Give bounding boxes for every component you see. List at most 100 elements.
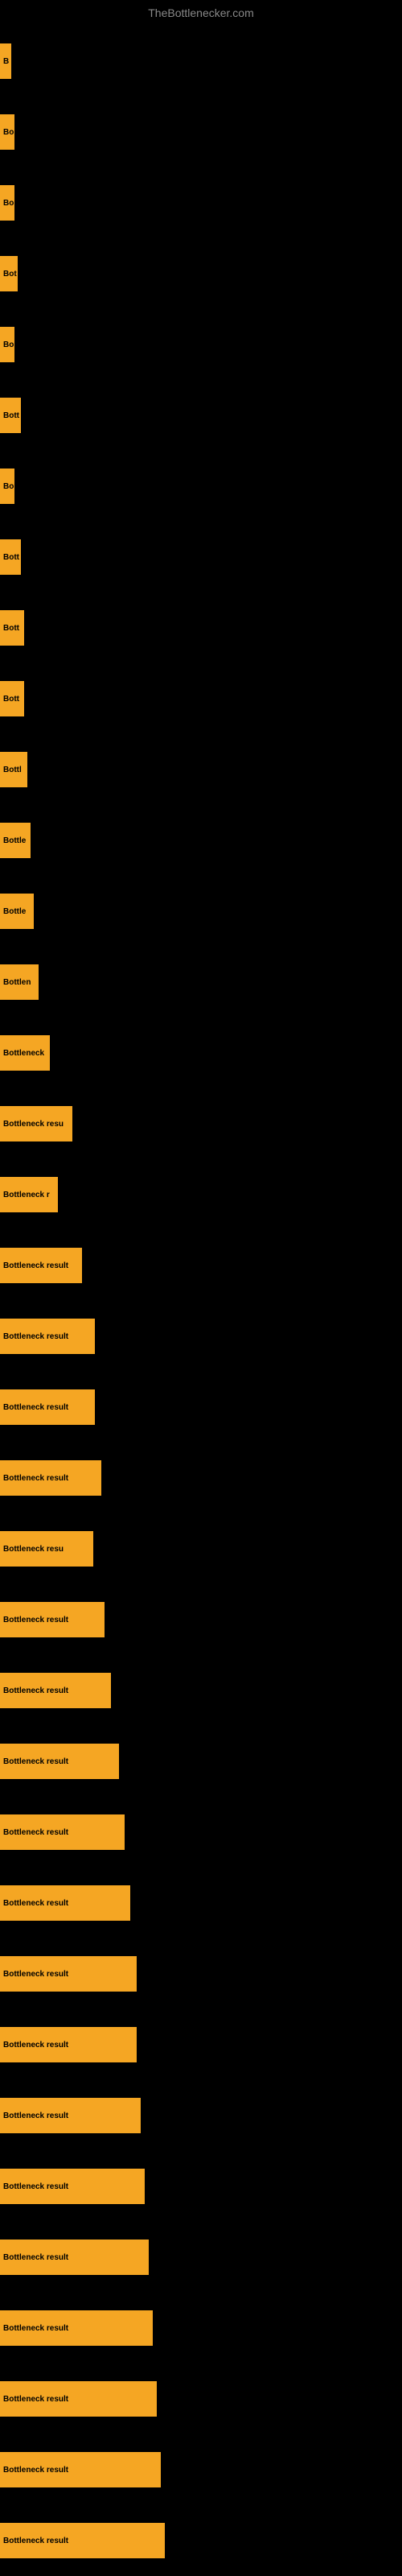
bar-label: Bottle — [3, 836, 26, 845]
bar-item: Bottleneck resu — [0, 1106, 72, 1141]
bar-item: Bottleneck result — [0, 1956, 137, 1992]
bar-item: Bottleneck result — [0, 1885, 130, 1921]
bar-row: Bottle — [0, 805, 402, 876]
bar-item: Bottleneck result — [0, 1389, 95, 1425]
bar-row: Bottleneck result — [0, 2505, 402, 2576]
bar-row: Bottleneck result — [0, 1230, 402, 1301]
bar-label: Bottleneck result — [3, 1474, 68, 1483]
bar-label: Bottleneck result — [3, 1899, 68, 1908]
site-title: TheBottlenecker.com — [0, 0, 402, 26]
bar-item: Bottleneck result — [0, 1673, 111, 1708]
bar-item: Bottleneck — [0, 1035, 50, 1071]
bar-row: Bottleneck resu — [0, 1088, 402, 1159]
bar-item: Bottleneck result — [0, 2169, 145, 2204]
bar-label: Bottleneck resu — [3, 1545, 64, 1554]
bar-row: Bottleneck r — [0, 1159, 402, 1230]
bar-label: Bo — [3, 482, 14, 491]
bar-item: Bottleneck resu — [0, 1531, 93, 1567]
bar-item: Bottleneck result — [0, 1460, 101, 1496]
bar-item: Bo — [0, 185, 14, 221]
bar-row: Bottleneck result — [0, 1868, 402, 1938]
bar-label: Bottleneck result — [3, 1686, 68, 1695]
bar-row: Bottleneck result — [0, 1938, 402, 2009]
bar-row: Bot — [0, 238, 402, 309]
bar-label: Bottleneck result — [3, 1261, 68, 1270]
bar-label: Bottleneck result — [3, 2466, 68, 2475]
bar-item: Bottleneck result — [0, 2523, 165, 2558]
bar-row: Bottleneck result — [0, 1443, 402, 1513]
bar-label: Bottleneck result — [3, 1403, 68, 1412]
bar-label: Bottleneck result — [3, 2395, 68, 2404]
bar-row: Bo — [0, 97, 402, 167]
bar-item: Bottle — [0, 823, 31, 858]
bar-row: Bottleneck result — [0, 1584, 402, 1655]
bar-label: Bottlen — [3, 978, 31, 987]
bar-row: Bottleneck result — [0, 1726, 402, 1797]
bar-label: Bott — [3, 695, 19, 704]
bar-item: Bottl — [0, 752, 27, 787]
bar-item: Bottleneck result — [0, 2027, 137, 2062]
bar-row: Bottleneck result — [0, 2080, 402, 2151]
bar-row: Bottle — [0, 876, 402, 947]
bar-label: Bottleneck result — [3, 2537, 68, 2545]
bar-item: Bottleneck result — [0, 2098, 141, 2133]
bar-label: Bottleneck result — [3, 1828, 68, 1837]
bar-label: Bottl — [3, 766, 22, 774]
bar-item: Bottleneck result — [0, 1248, 82, 1283]
bar-row: Bottleneck result — [0, 1301, 402, 1372]
bar-label: Bo — [3, 199, 14, 208]
bar-item: Bottleneck result — [0, 2310, 153, 2346]
bar-row: Bo — [0, 309, 402, 380]
bar-label: Bottleneck result — [3, 2182, 68, 2191]
bar-item: Bott — [0, 398, 21, 433]
bar-item: Bott — [0, 539, 21, 575]
bar-label: Bott — [3, 411, 19, 420]
bar-row: Bottleneck result — [0, 2222, 402, 2293]
bar-label: Bottleneck — [3, 1049, 44, 1058]
bar-item: Bottlen — [0, 964, 39, 1000]
bar-label: Bottleneck result — [3, 2041, 68, 2050]
bar-item: Bottleneck result — [0, 2240, 149, 2275]
bar-row: Bott — [0, 380, 402, 451]
bar-row: Bottl — [0, 734, 402, 805]
bar-row: Bott — [0, 592, 402, 663]
bar-row: Bottleneck result — [0, 1797, 402, 1868]
bar-item: B — [0, 43, 11, 79]
bar-row: Bottlen — [0, 947, 402, 1018]
bar-row: Bottleneck result — [0, 2151, 402, 2222]
bar-item: Bott — [0, 610, 24, 646]
bar-item: Bottleneck result — [0, 1602, 105, 1637]
bar-row: Bott — [0, 522, 402, 592]
bar-label: Bottleneck result — [3, 1757, 68, 1766]
bar-label: Bo — [3, 128, 14, 137]
bar-row: Bott — [0, 663, 402, 734]
bar-label: Bottleneck result — [3, 1970, 68, 1979]
bar-item: Bottleneck result — [0, 1319, 95, 1354]
bar-item: Bo — [0, 327, 14, 362]
bar-row: B — [0, 26, 402, 97]
bar-row: Bottleneck — [0, 1018, 402, 1088]
bar-label: Bottleneck result — [3, 1332, 68, 1341]
bar-item: Bottleneck result — [0, 1744, 119, 1779]
bar-row: Bo — [0, 451, 402, 522]
bar-row: Bo — [0, 167, 402, 238]
bar-item: Bo — [0, 469, 14, 504]
bar-label: Bottleneck r — [3, 1191, 50, 1199]
bar-label: Bottleneck result — [3, 2253, 68, 2262]
bar-label: Bottleneck result — [3, 1616, 68, 1624]
bar-label: Bo — [3, 341, 14, 349]
bar-label: Bottleneck resu — [3, 1120, 64, 1129]
bar-label: Bottleneck result — [3, 2112, 68, 2120]
bar-row: Bottleneck result — [0, 2009, 402, 2080]
bar-row: Bottleneck resu — [0, 1513, 402, 1584]
bar-item: Bottleneck result — [0, 2452, 161, 2487]
bar-label: Bott — [3, 553, 19, 562]
bar-row: Bottleneck result — [0, 2434, 402, 2505]
bar-item: Bot — [0, 256, 18, 291]
bar-row: Bottleneck result — [0, 2363, 402, 2434]
bar-label: B — [3, 57, 9, 66]
bar-label: Bott — [3, 624, 19, 633]
bar-row: Bottleneck result — [0, 1372, 402, 1443]
bar-item: Bottleneck r — [0, 1177, 58, 1212]
bar-label: Bottle — [3, 907, 26, 916]
